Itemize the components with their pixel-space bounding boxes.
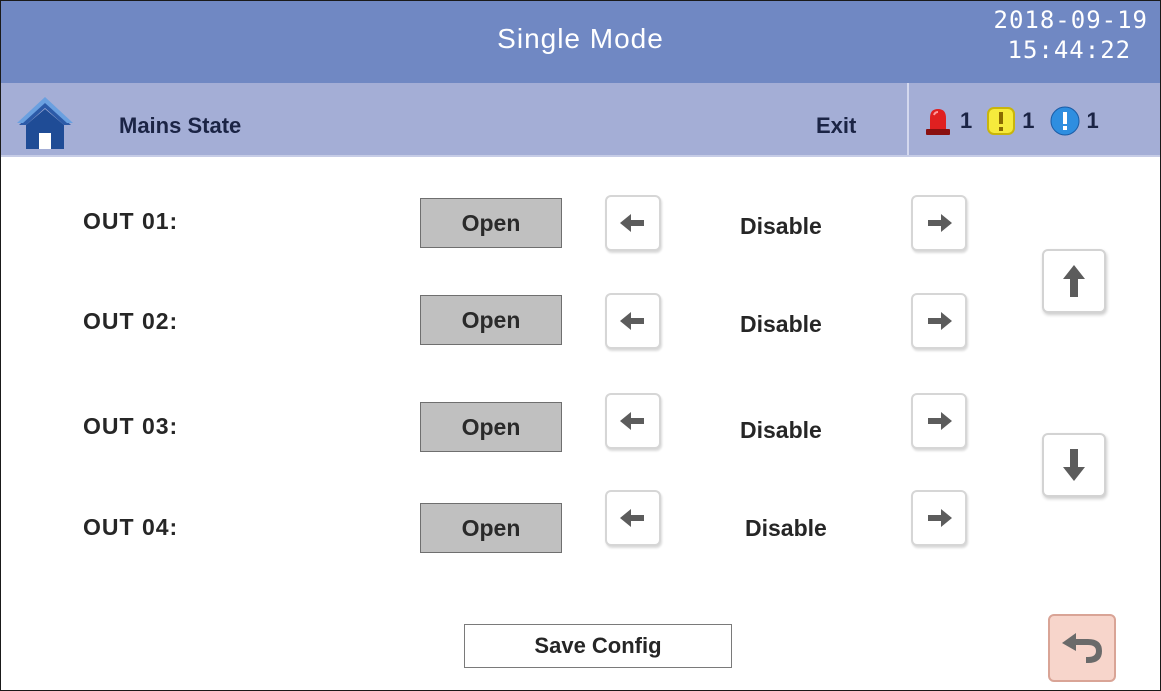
next-option-button[interactable] xyxy=(911,195,967,251)
date-display: 2018-09-19 xyxy=(993,6,1148,34)
output-state: Disable xyxy=(740,311,822,337)
arrow-left-icon xyxy=(620,412,644,430)
output-label: OUT 01: xyxy=(83,208,179,234)
next-option-button[interactable] xyxy=(911,393,967,449)
open-button[interactable]: Open xyxy=(420,295,562,345)
prev-option-button[interactable] xyxy=(605,393,661,449)
open-button[interactable]: Open xyxy=(420,503,562,553)
next-option-button[interactable] xyxy=(911,490,967,546)
blue-info-icon[interactable] xyxy=(1050,106,1080,136)
section-title: Mains State xyxy=(119,113,242,138)
back-button[interactable] xyxy=(1048,614,1116,682)
screen-frame: Single Mode 2018-09-19 15:44:22 Mains St… xyxy=(0,0,1161,691)
arrow-left-icon xyxy=(620,509,644,527)
arrow-right-icon xyxy=(928,214,952,232)
arrow-up-icon xyxy=(1063,265,1085,297)
open-button[interactable]: Open xyxy=(420,402,562,452)
arrow-right-icon xyxy=(928,509,952,527)
clock: 2018-09-19 15:44:22 xyxy=(994,5,1149,65)
home-button[interactable] xyxy=(17,95,73,151)
arrow-left-icon xyxy=(620,312,644,330)
open-button[interactable]: Open xyxy=(420,198,562,248)
exit-button[interactable]: Exit xyxy=(816,113,856,139)
output-state: Disable xyxy=(740,213,822,239)
output-state: Disable xyxy=(740,417,822,443)
arrow-right-icon xyxy=(928,412,952,430)
output-label: OUT 02: xyxy=(83,308,179,334)
arrow-right-icon xyxy=(928,312,952,330)
prev-option-button[interactable] xyxy=(605,490,661,546)
prev-option-button[interactable] xyxy=(605,195,661,251)
scroll-down-button[interactable] xyxy=(1042,433,1106,497)
output-state: Disable xyxy=(745,515,827,541)
yellow-warning-icon[interactable] xyxy=(987,107,1016,135)
next-option-button[interactable] xyxy=(911,293,967,349)
output-label: OUT 04: xyxy=(83,514,179,540)
output-label: OUT 03: xyxy=(83,413,179,439)
home-icon xyxy=(17,97,73,149)
sub-header-bar: Mains State Exit 1 1 1 xyxy=(1,83,1160,157)
red-alarm-light-icon[interactable] xyxy=(923,105,953,137)
time-display: 15:44:22 xyxy=(1007,36,1132,64)
arrow-left-icon xyxy=(620,214,644,232)
alarm-status: 1 1 1 xyxy=(923,103,1099,139)
alarm-count: 1 xyxy=(960,108,973,133)
warning-count: 1 xyxy=(1022,108,1035,133)
save-config-button[interactable]: Save Config xyxy=(464,624,732,668)
scroll-up-button[interactable] xyxy=(1042,249,1106,313)
header-divider xyxy=(907,83,909,155)
page-title: Single Mode xyxy=(497,23,664,54)
info-count: 1 xyxy=(1086,108,1099,133)
return-icon xyxy=(1062,633,1102,663)
prev-option-button[interactable] xyxy=(605,293,661,349)
title-bar: Single Mode 2018-09-19 15:44:22 xyxy=(1,1,1160,83)
arrow-down-icon xyxy=(1063,449,1085,481)
